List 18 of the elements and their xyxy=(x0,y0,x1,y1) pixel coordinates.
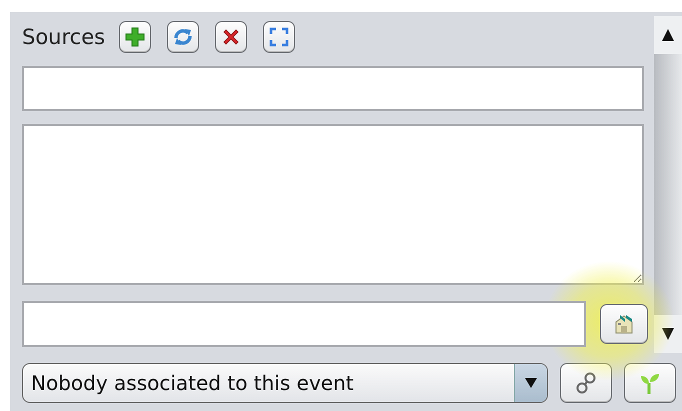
fullscreen-icon xyxy=(268,26,290,48)
refresh-icon xyxy=(172,26,194,48)
house-button[interactable] xyxy=(600,304,648,344)
input-field[interactable] xyxy=(22,66,644,111)
link-button[interactable] xyxy=(560,363,612,403)
fullscreen-button[interactable] xyxy=(263,21,296,53)
scroll-down-icon[interactable] xyxy=(661,327,675,341)
dropdown-arrow-icon xyxy=(525,378,537,388)
person-dropdown[interactable]: Nobody associated to this event xyxy=(22,363,548,403)
input-field[interactable] xyxy=(22,301,586,347)
section-title: Sources xyxy=(22,25,106,49)
refresh-button[interactable] xyxy=(167,21,200,53)
delete-button[interactable] xyxy=(215,21,248,53)
add-button[interactable] xyxy=(119,21,152,53)
scroll-up-icon[interactable] xyxy=(661,28,675,42)
scrollbar[interactable] xyxy=(654,16,682,353)
plus-icon xyxy=(124,26,146,48)
sprout-button[interactable] xyxy=(624,363,676,403)
